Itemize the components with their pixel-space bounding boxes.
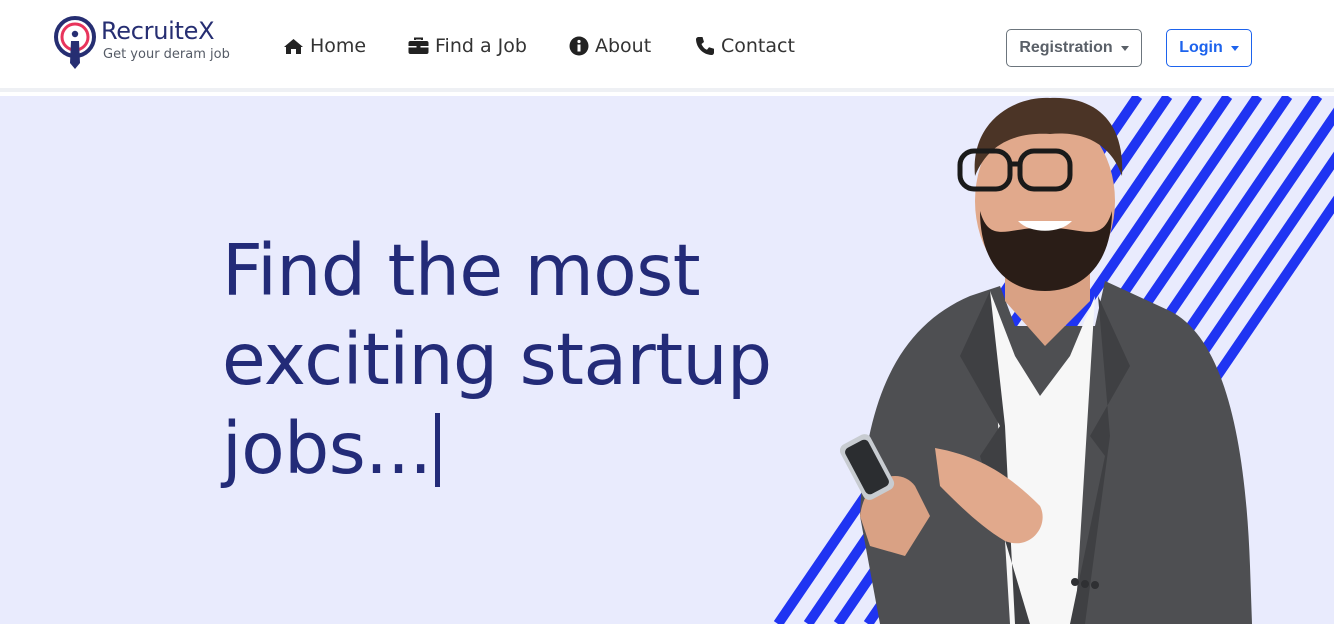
nav-home[interactable]: Home bbox=[283, 33, 366, 59]
brand-tagline: Get your deram job bbox=[103, 47, 230, 62]
chevron-down-icon bbox=[1120, 45, 1129, 51]
registration-label: Registration bbox=[1019, 39, 1113, 56]
nav-about-label: About bbox=[595, 35, 652, 57]
login-label: Login bbox=[1179, 39, 1223, 56]
brand-logo-link[interactable]: RecruiteX Get your deram job bbox=[53, 15, 243, 71]
nav-contact-label: Contact bbox=[721, 35, 795, 57]
hero-section: Find the most exciting startup jobs... bbox=[0, 96, 1334, 624]
phone-icon bbox=[696, 37, 714, 55]
hero-title-line-2: exciting startup bbox=[222, 318, 772, 401]
top-navbar: RecruiteX Get your deram job Home Find a… bbox=[0, 0, 1334, 92]
typing-cursor bbox=[435, 413, 441, 487]
hero-title: Find the most exciting startup jobs... bbox=[222, 226, 822, 493]
pin-person-icon bbox=[54, 16, 96, 69]
nav-about[interactable]: About bbox=[569, 33, 651, 59]
nav-find-job-label: Find a Job bbox=[435, 35, 527, 57]
hero-person-image bbox=[840, 97, 1252, 624]
info-icon bbox=[569, 36, 589, 56]
nav-home-label: Home bbox=[310, 35, 367, 57]
hero-title-line-1: Find the most bbox=[222, 229, 701, 312]
nav-contact[interactable]: Contact bbox=[695, 33, 795, 59]
registration-dropdown-button[interactable]: Registration bbox=[1006, 29, 1142, 67]
chevron-down-icon bbox=[1230, 45, 1239, 51]
brand-name: RecruiteX bbox=[101, 17, 215, 45]
home-icon bbox=[284, 38, 303, 54]
login-dropdown-button[interactable]: Login bbox=[1166, 29, 1252, 67]
nav-find-job[interactable]: Find a Job bbox=[408, 33, 527, 59]
briefcase-icon bbox=[408, 37, 429, 54]
hero-title-line-3: jobs... bbox=[222, 407, 432, 490]
